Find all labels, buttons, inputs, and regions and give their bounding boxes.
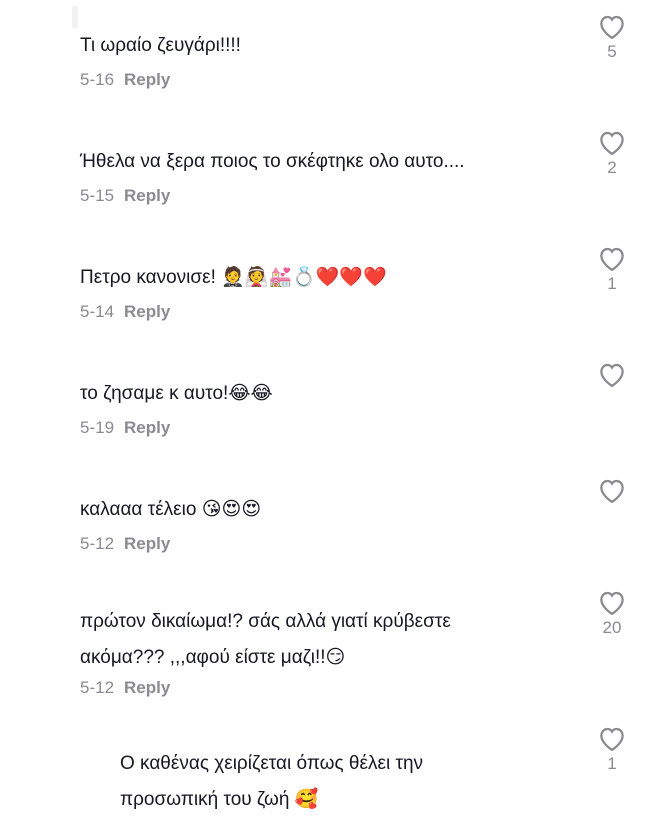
heart-outline-icon: [600, 247, 624, 272]
heart-outline-icon: [600, 15, 624, 40]
like-count: 5: [607, 42, 617, 61]
comment-date: 5-19: [80, 418, 115, 437]
comment-text: Ήθελα να ξερα ποιος το σκέφτηκε ολο αυτο…: [80, 151, 465, 172]
reply-text-line1: Ο καθένας χειρίζεται όπως θέλει την: [120, 753, 424, 774]
reply-button[interactable]: Reply: [124, 534, 170, 553]
comment-date: 5-14: [80, 302, 115, 321]
reply-button[interactable]: Reply: [124, 418, 170, 437]
comment-date: 5-12: [80, 534, 115, 553]
comment-date: 5-16: [80, 70, 115, 89]
comment-date: 5-12: [80, 678, 115, 697]
like-button[interactable]: 1: [592, 244, 632, 294]
comment-text: Τι ωραίο ζευγάρι!!!!: [80, 35, 241, 56]
reply-button[interactable]: Reply: [124, 302, 170, 321]
heart-outline-icon: [600, 727, 624, 752]
comment-text: καλααα τέλειο 😘😍😍: [80, 499, 262, 520]
heart-outline-icon: [600, 131, 624, 156]
comment-meta: 5-15 Reply: [80, 186, 170, 206]
comment-date: 5-15: [80, 186, 115, 205]
comment-meta: 5-12 Reply: [80, 678, 170, 698]
like-count: 1: [607, 754, 617, 773]
like-button[interactable]: 1: [592, 724, 632, 774]
comment-text: το ζησαμε κ αυτο!😂😂: [80, 383, 273, 404]
reply-button[interactable]: Reply: [124, 70, 170, 89]
like-button[interactable]: 5: [592, 12, 632, 62]
like-count: 2: [607, 158, 617, 177]
comment-meta: 5-12 Reply: [80, 534, 170, 554]
heart-outline-icon: [600, 591, 624, 616]
scroll-indicator: [72, 6, 78, 28]
comment-text-line1: πρώτον δικαίωμα!? σάς αλλά γιατί κρύβεστ…: [80, 611, 451, 632]
comment-text-line2: ακόμα??? ,,,αφού είστε μαζι!!😏: [80, 647, 346, 668]
like-button[interactable]: 2: [592, 128, 632, 178]
comment-meta: 5-19 Reply: [80, 418, 170, 438]
like-button[interactable]: [592, 476, 632, 506]
reply-button[interactable]: Reply: [124, 678, 170, 697]
like-count: 1: [607, 274, 617, 293]
heart-outline-icon: [600, 363, 624, 388]
reply-text-line2: προσωπική του ζωή 🥰: [120, 789, 319, 810]
reply-button[interactable]: Reply: [124, 186, 170, 205]
comment-meta: 5-14 Reply: [80, 302, 170, 322]
comment-meta: 5-16 Reply: [80, 70, 170, 90]
like-count: 20: [602, 618, 622, 637]
heart-outline-icon: [600, 479, 624, 504]
like-button[interactable]: [592, 360, 632, 390]
comment-text: Πετρο κανονισε! 🤵👰💒💍❤️❤️❤️: [80, 267, 387, 288]
like-button[interactable]: 20: [592, 588, 632, 638]
